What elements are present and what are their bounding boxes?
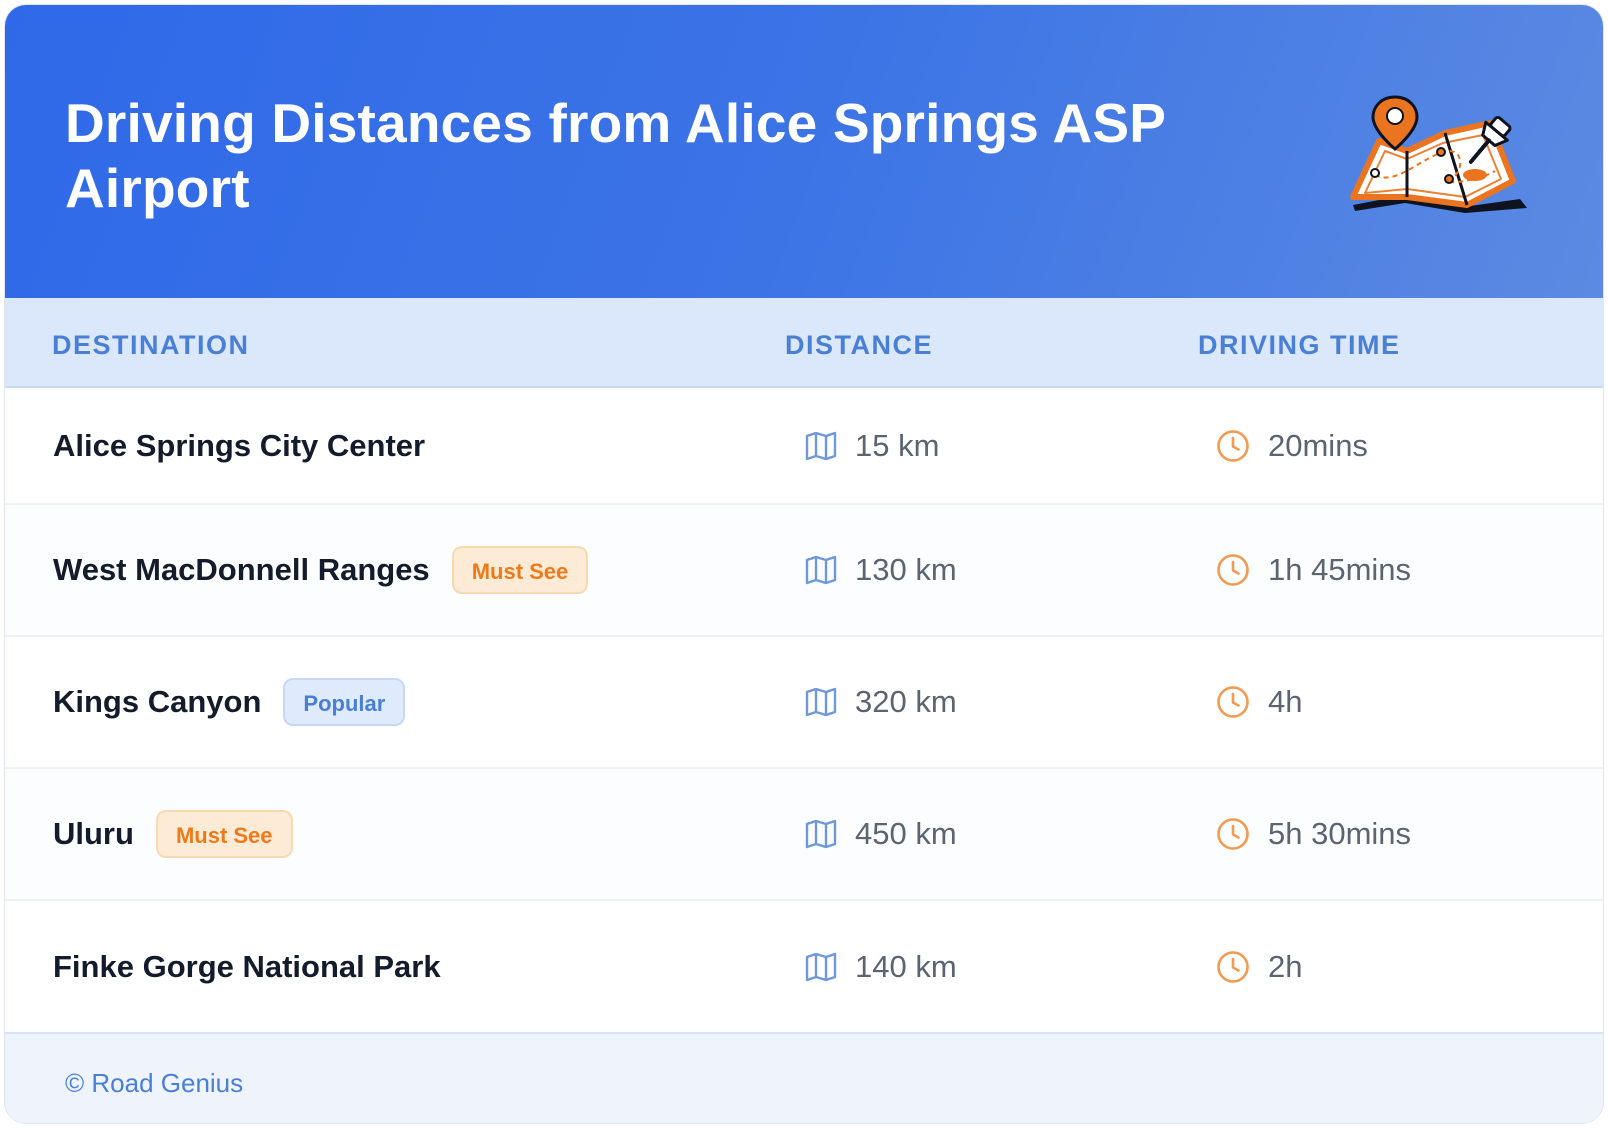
- distance-value: 450 km: [855, 816, 957, 851]
- destination-cell: Finke Gorge National Park: [53, 949, 441, 985]
- column-header-distance: DISTANCE: [785, 330, 934, 360]
- driving-time-value: 5h 30mins: [1268, 816, 1412, 851]
- distance-value: 320 km: [855, 684, 957, 719]
- destination-cell: Kings Canyon Popular: [53, 678, 406, 726]
- driving-time-cell: 20mins: [1216, 428, 1368, 464]
- driving-time-cell: 2h: [1216, 949, 1302, 985]
- distance-value: 15 km: [855, 427, 940, 463]
- table-row: West MacDonnell Ranges Must See 130 km 1…: [5, 505, 1603, 637]
- distance-cell: 320 km: [805, 684, 957, 720]
- driving-time-value: 2h: [1268, 948, 1303, 984]
- driving-time-cell: 5h 30mins: [1216, 816, 1411, 852]
- driving-time-cell: 4h: [1216, 684, 1302, 720]
- destination-name: Uluru: [53, 816, 134, 851]
- popular-badge: Popular: [283, 678, 406, 726]
- destination-cell: West MacDonnell Ranges Must See: [53, 546, 589, 594]
- column-header-destination: DESTINATION: [52, 330, 250, 360]
- table-row: Kings Canyon Popular 320 km 4h: [5, 637, 1603, 769]
- destination-name: Alice Springs City Center: [53, 427, 426, 463]
- must-see-badge: Must See: [155, 810, 293, 858]
- table-row: Uluru Must See 450 km 5h 30mins: [5, 769, 1603, 901]
- destination-name: West MacDonnell Ranges: [53, 552, 430, 587]
- copyright-link[interactable]: © Road Genius: [65, 1068, 243, 1099]
- page-title: Driving Distances from Alice Springs ASP…: [65, 92, 1166, 219]
- map-icon: [805, 819, 837, 849]
- clock-icon: [1217, 818, 1249, 850]
- driving-time-value: 20mins: [1268, 427, 1368, 463]
- card-header: Driving Distances from Alice Springs ASP…: [5, 5, 1603, 298]
- driving-time-cell: 1h 45mins: [1216, 552, 1411, 588]
- must-see-badge: Must See: [451, 546, 589, 594]
- clock-icon: [1217, 686, 1249, 718]
- map-icon: [805, 431, 837, 460]
- destination-name: Kings Canyon: [53, 684, 262, 719]
- distance-value: 130 km: [855, 552, 957, 587]
- map-icon: [805, 555, 837, 585]
- destination-cell: Uluru Must See: [53, 810, 293, 858]
- table-header: DESTINATION DISTANCE DRIVING TIME: [5, 298, 1603, 388]
- clock-icon: [1217, 554, 1249, 586]
- driving-time-value: 1h 45mins: [1268, 552, 1412, 587]
- distance-card: Driving Distances from Alice Springs ASP…: [4, 4, 1604, 1124]
- clock-icon: [1217, 429, 1249, 462]
- distance-cell: 140 km: [805, 949, 957, 985]
- map-with-pins-icon: [1350, 95, 1527, 213]
- card-footer: © Road Genius: [5, 1032, 1603, 1123]
- destination-cell: Alice Springs City Center: [53, 428, 425, 464]
- distance-cell: 450 km: [805, 816, 957, 852]
- map-icon: [805, 952, 837, 981]
- distance-cell: 130 km: [805, 552, 957, 588]
- distance-value: 140 km: [855, 948, 957, 984]
- destination-name: Finke Gorge National Park: [53, 948, 441, 984]
- clock-icon: [1217, 950, 1249, 983]
- driving-time-value: 4h: [1268, 684, 1303, 719]
- distance-cell: 15 km: [805, 428, 939, 464]
- column-header-driving-time: DRIVING TIME: [1198, 330, 1401, 360]
- table-row: Alice Springs City Center 15 km 20mins: [5, 388, 1603, 505]
- map-icon: [805, 687, 837, 717]
- table-row: Finke Gorge National Park 140 km 2h: [5, 901, 1603, 1032]
